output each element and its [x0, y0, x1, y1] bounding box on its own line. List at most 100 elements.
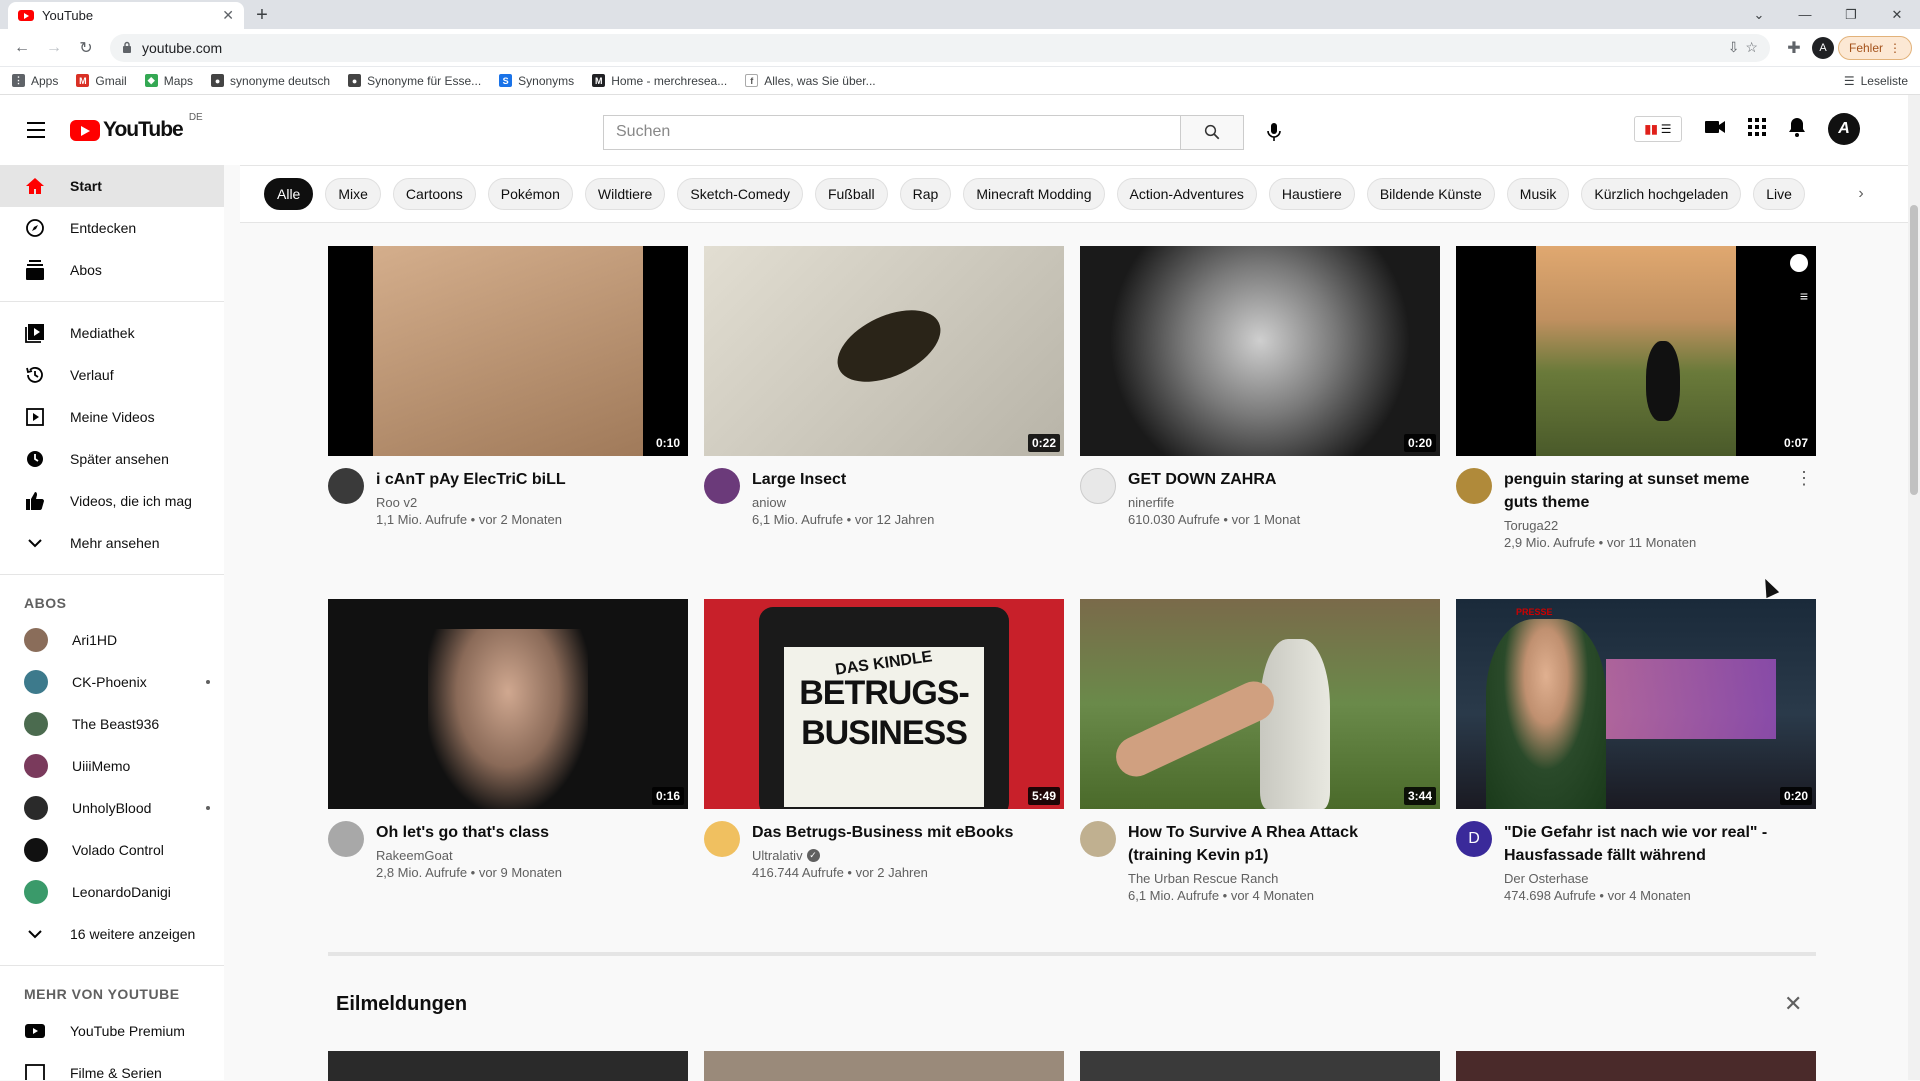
video-thumbnail[interactable]: 0:10	[328, 246, 688, 456]
video-card[interactable]: 3:44 How To Survive A Rhea Attack (train…	[1080, 599, 1440, 952]
error-status-button[interactable]: Fehler ⋮	[1837, 35, 1912, 60]
shelf-video-thumbnail[interactable]	[704, 1051, 1064, 1081]
address-bar[interactable]: youtube.com ⇩ ☆	[110, 33, 1770, 62]
more-options-icon[interactable]	[1416, 468, 1440, 527]
video-thumbnail[interactable]: 3:44	[1080, 599, 1440, 809]
channel-avatar[interactable]	[704, 468, 740, 504]
chip-bildende-kuenste[interactable]: Bildende Künste	[1366, 178, 1495, 210]
sidebar-sub-ari1hd[interactable]: Ari1HD	[0, 619, 224, 661]
video-thumbnail[interactable]: PRESSE 0:20	[1456, 599, 1816, 809]
sidebar-sub-unholyblood[interactable]: UnholyBlood	[0, 787, 224, 829]
sidebar-sub-uiiimemo[interactable]: UiiiMemo	[0, 745, 224, 787]
sidebar-item-meine-videos[interactable]: Meine Videos	[0, 396, 224, 438]
chip-pokemon[interactable]: Pokémon	[487, 178, 573, 210]
chip-sketch-comedy[interactable]: Sketch-Comedy	[677, 178, 803, 210]
video-card[interactable]: 0:22 Large Insect aniow 6,1 Mio. Aufrufe…	[704, 246, 1064, 599]
video-title[interactable]: i cAnT pAy ElecTriC biLL	[376, 468, 652, 491]
chip-haustiere[interactable]: Haustiere	[1268, 178, 1355, 210]
chip-fussball[interactable]: Fußball	[814, 178, 888, 210]
sidebar-item-filme-serien[interactable]: Filme & Serien	[0, 1052, 224, 1080]
video-channel[interactable]: Roo v2	[376, 495, 652, 510]
shelf-video-thumbnail[interactable]	[328, 1051, 688, 1081]
bookmark-synonyme-deutsch[interactable]: ● synonyme deutsch	[211, 74, 330, 88]
channel-avatar[interactable]	[328, 468, 364, 504]
browser-tab[interactable]: YouTube ✕	[8, 2, 244, 29]
chip-wildtiere[interactable]: Wildtiere	[584, 178, 666, 210]
channel-avatar[interactable]	[1080, 468, 1116, 504]
video-card[interactable]: ≡ 0:07 penguin staring at sunset meme gu…	[1456, 246, 1816, 599]
channel-avatar[interactable]	[1080, 821, 1116, 857]
video-title[interactable]: Das Betrugs-Business mit eBooks	[752, 821, 1028, 844]
sidebar-sub-ck-phoenix[interactable]: CK-Phoenix	[0, 661, 224, 703]
close-icon[interactable]: ✕	[1784, 991, 1802, 1017]
chip-musik[interactable]: Musik	[1506, 178, 1570, 210]
channel-avatar[interactable]	[704, 821, 740, 857]
bookmark-star-icon[interactable]: ☆	[1745, 39, 1758, 56]
video-channel[interactable]: Toruga22	[1504, 518, 1780, 533]
chip-cartoons[interactable]: Cartoons	[392, 178, 476, 210]
sidebar-item-start[interactable]: Start	[0, 165, 224, 207]
video-title[interactable]: GET DOWN ZAHRA	[1128, 468, 1404, 491]
add-to-queue-icon[interactable]: ≡	[1800, 288, 1808, 304]
bookmark-apps[interactable]: ⋮ Apps	[12, 74, 58, 88]
bookmark-synonyme-esse[interactable]: ● Synonyme für Esse...	[348, 74, 481, 88]
chip-minecraft-modding[interactable]: Minecraft Modding	[963, 178, 1105, 210]
close-window-button[interactable]: ✕	[1874, 7, 1920, 23]
sidebar-show-more-subs[interactable]: 16 weitere anzeigen	[0, 913, 224, 955]
scrollbar[interactable]	[1908, 95, 1920, 1080]
voice-search-button[interactable]	[1254, 112, 1294, 152]
more-options-icon[interactable]	[664, 468, 688, 527]
sidebar-item-entdecken[interactable]: Entdecken	[0, 207, 224, 249]
channel-avatar[interactable]: D	[1456, 821, 1492, 857]
sidebar-item-abos[interactable]: Abos	[0, 249, 224, 291]
video-title[interactable]: Large Insect	[752, 468, 1028, 491]
watch-later-icon[interactable]	[1790, 254, 1808, 272]
restore-button[interactable]: ❐	[1828, 7, 1874, 23]
install-icon[interactable]: ⇩	[1728, 39, 1740, 56]
search-input[interactable]	[603, 114, 1180, 150]
video-channel[interactable]: Der Osterhase	[1504, 871, 1780, 886]
video-thumbnail[interactable]: ≡ 0:07	[1456, 246, 1816, 456]
reading-list-button[interactable]: ☰ Leseliste	[1844, 74, 1908, 88]
shelf-video-thumbnail[interactable]	[1456, 1051, 1816, 1081]
chip-rap[interactable]: Rap	[899, 178, 952, 210]
sidebar-item-verlauf[interactable]: Verlauf	[0, 354, 224, 396]
back-button[interactable]: ←	[8, 34, 36, 62]
chip-kuerzlich-hochgeladen[interactable]: Kürzlich hochgeladen	[1581, 178, 1742, 210]
reload-button[interactable]: ↻	[72, 34, 100, 62]
more-options-icon[interactable]	[1040, 468, 1064, 527]
chip-action-adventures[interactable]: Action-Adventures	[1116, 178, 1257, 210]
video-title[interactable]: "Die Gefahr ist nach wie vor real" - Hau…	[1504, 821, 1780, 867]
chevron-right-icon[interactable]: ›	[1846, 179, 1876, 209]
chip-alle[interactable]: Alle	[264, 178, 314, 210]
bookmark-alles-was[interactable]: f Alles, was Sie über...	[745, 74, 876, 88]
sidebar-item-youtube-premium[interactable]: YouTube Premium	[0, 1010, 224, 1052]
video-title[interactable]: Oh let's go that's class	[376, 821, 652, 844]
create-video-icon[interactable]	[1704, 119, 1726, 140]
video-channel[interactable]: Ultralativ ✓	[752, 848, 1028, 863]
video-title[interactable]: penguin staring at sunset meme guts them…	[1504, 468, 1780, 514]
extension-badge-icon[interactable]: ▮▮ ☰	[1634, 116, 1682, 142]
close-tab-icon[interactable]: ✕	[222, 7, 234, 24]
more-options-icon[interactable]	[1792, 821, 1816, 903]
tab-search-icon[interactable]: ⌄	[1736, 7, 1782, 23]
bookmark-merchresearch[interactable]: M Home - merchresea...	[592, 74, 727, 88]
new-tab-button[interactable]: +	[248, 2, 276, 29]
bookmark-maps[interactable]: ◆ Maps	[144, 74, 193, 88]
video-thumbnail[interactable]: 0:16	[328, 599, 688, 809]
channel-avatar[interactable]	[1456, 468, 1492, 504]
video-card[interactable]: PRESSE 0:20 D "Die Gefahr ist nach wie v…	[1456, 599, 1816, 952]
sidebar-item-spaeter-ansehen[interactable]: Später ansehen	[0, 438, 224, 480]
sidebar-sub-leonardodanigi[interactable]: LeonardoDanigi	[0, 871, 224, 913]
video-card[interactable]: 0:10 i cAnT pAy ElecTriC biLL Roo v2 1,1…	[328, 246, 688, 599]
video-card[interactable]: 0:20 GET DOWN ZAHRA ninerfife 610.030 Au…	[1080, 246, 1440, 599]
sidebar-item-liked-videos[interactable]: Videos, die ich mag	[0, 480, 224, 522]
more-options-icon[interactable]	[664, 821, 688, 880]
sidebar-sub-the-beast936[interactable]: The Beast936	[0, 703, 224, 745]
account-avatar[interactable]: A	[1828, 113, 1860, 145]
more-options-icon[interactable]: ⋮	[1792, 468, 1816, 550]
forward-button[interactable]: →	[40, 34, 68, 62]
extensions-puzzle-icon[interactable]: ✚	[1780, 34, 1808, 62]
apps-grid-icon[interactable]	[1748, 117, 1766, 141]
more-options-icon[interactable]	[1040, 821, 1064, 880]
